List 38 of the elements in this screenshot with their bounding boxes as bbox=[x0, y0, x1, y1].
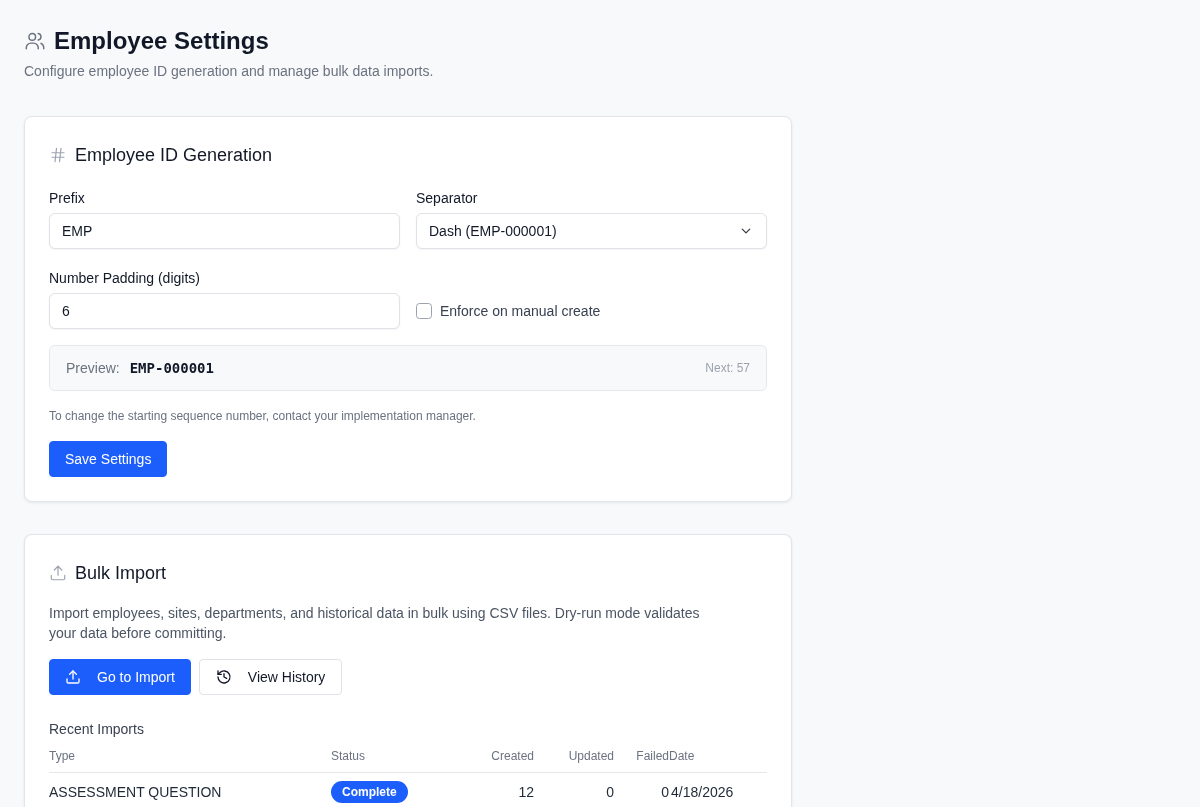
field-label: Separator bbox=[416, 189, 479, 207]
status-badge: Complete bbox=[331, 781, 408, 803]
checkbox-label: Enforce on manual create bbox=[440, 301, 601, 321]
column-header: Date bbox=[669, 748, 767, 773]
column-header: Created bbox=[470, 748, 534, 773]
import-description: Import employees, sites, departments, and historical data in bulk using CSV files. Dry-run mode validates your data before committing. bbox=[49, 604, 701, 643]
prefix-input[interactable]: EMP bbox=[49, 213, 400, 249]
section-title: Bulk Import bbox=[75, 562, 167, 585]
column-header: Failed bbox=[614, 748, 669, 773]
go-to-import-button[interactable]: Go to Import bbox=[49, 659, 191, 695]
field-label: Prefix bbox=[49, 189, 86, 207]
table-cell: 0 bbox=[614, 772, 669, 807]
page-title: Employee Settings bbox=[54, 26, 269, 56]
users-icon bbox=[24, 30, 46, 52]
next-number: Next: 57 bbox=[705, 360, 750, 377]
table-cell: ASSESSMENT QUESTION bbox=[49, 772, 331, 807]
upload-icon bbox=[65, 669, 81, 685]
view-history-button[interactable]: View History bbox=[198, 659, 343, 695]
column-header: Type bbox=[49, 748, 331, 773]
column-header: Status bbox=[331, 748, 470, 773]
preview-value: EMP-000001 bbox=[129, 358, 214, 378]
table-cell: 4/18/2026 bbox=[669, 772, 767, 807]
table-cell: 0 bbox=[534, 772, 614, 807]
field-label: Number Padding (digits) bbox=[49, 269, 201, 287]
column-header: Updated bbox=[534, 748, 614, 773]
table-cell: 12 bbox=[470, 772, 534, 807]
padding-input[interactable]: 6 bbox=[49, 293, 400, 329]
hash-icon bbox=[49, 146, 67, 164]
recent-imports-title: Recent Imports bbox=[49, 720, 145, 738]
save-button[interactable]: Save Settings bbox=[49, 441, 168, 477]
preview-label: Preview: bbox=[66, 358, 120, 378]
page-subtitle: Configure employee ID generation and manage bulk data imports. bbox=[24, 62, 435, 80]
separator-select[interactable]: Dash (EMP-000001) bbox=[416, 213, 767, 249]
enforce-checkbox[interactable] bbox=[416, 303, 432, 319]
upload-icon bbox=[49, 564, 67, 582]
history-icon bbox=[215, 669, 232, 685]
section-title: Employee ID Generation bbox=[75, 144, 273, 167]
help-text: To change the starting sequence number, contact your implementation manager. bbox=[49, 408, 477, 424]
